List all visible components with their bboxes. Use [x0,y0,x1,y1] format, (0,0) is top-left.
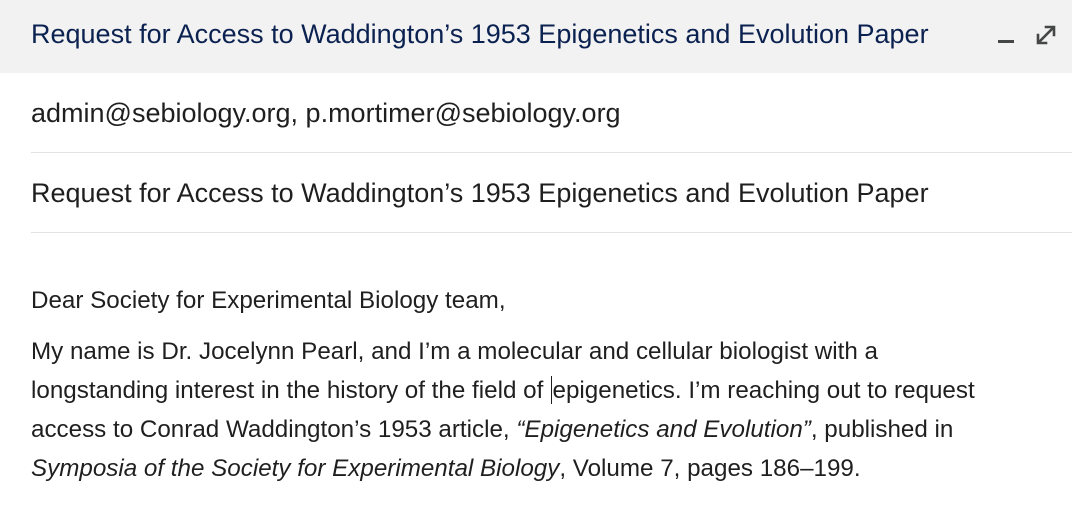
subject-divider [31,232,1072,233]
paragraph-line-2: longstanding interest in the history of … [31,371,1061,410]
body-paragraph: My name is Dr. Jocelynn Pearl, and I’m a… [31,332,1061,488]
recipients-field[interactable]: admin@sebiology.org, p.mortimer@sebiolog… [31,96,621,130]
article-title: “Epigenetics and Evolution” [516,416,811,443]
line-3-end: , published in [810,416,954,443]
paragraph-line-4: Symposia of the Society for Experimental… [31,449,1061,488]
minimize-icon [998,40,1014,43]
line-4-end: , Volume 7, pages 186–199. [559,455,861,482]
subject-field[interactable]: Request for Access to Waddington’s 1953 … [31,176,929,210]
line-3-start: access to Conrad Waddington’s 1953 artic… [31,416,517,443]
paragraph-line-3: access to Conrad Waddington’s 1953 artic… [31,410,1061,449]
expand-button[interactable] [1029,16,1063,52]
compose-header: Request for Access to Waddington’s 1953 … [0,0,1072,73]
line-2-before-caret: longstanding interest in the history of … [31,377,551,404]
journal-name: Symposia of the Society for Experimental… [31,455,560,482]
expand-icon [1036,25,1056,45]
recipients-divider [31,152,1072,153]
paragraph-line-1: My name is Dr. Jocelynn Pearl, and I’m a… [31,338,878,365]
compose-window-title: Request for Access to Waddington’s 1953 … [31,19,929,49]
line-2-after-caret: epigenetics. I’m reaching out to request [552,377,975,404]
minimize-button[interactable] [989,16,1023,52]
greeting-line: Dear Society for Experimental Biology te… [31,287,506,314]
message-body[interactable]: Dear Society for Experimental Biology te… [31,282,1061,488]
